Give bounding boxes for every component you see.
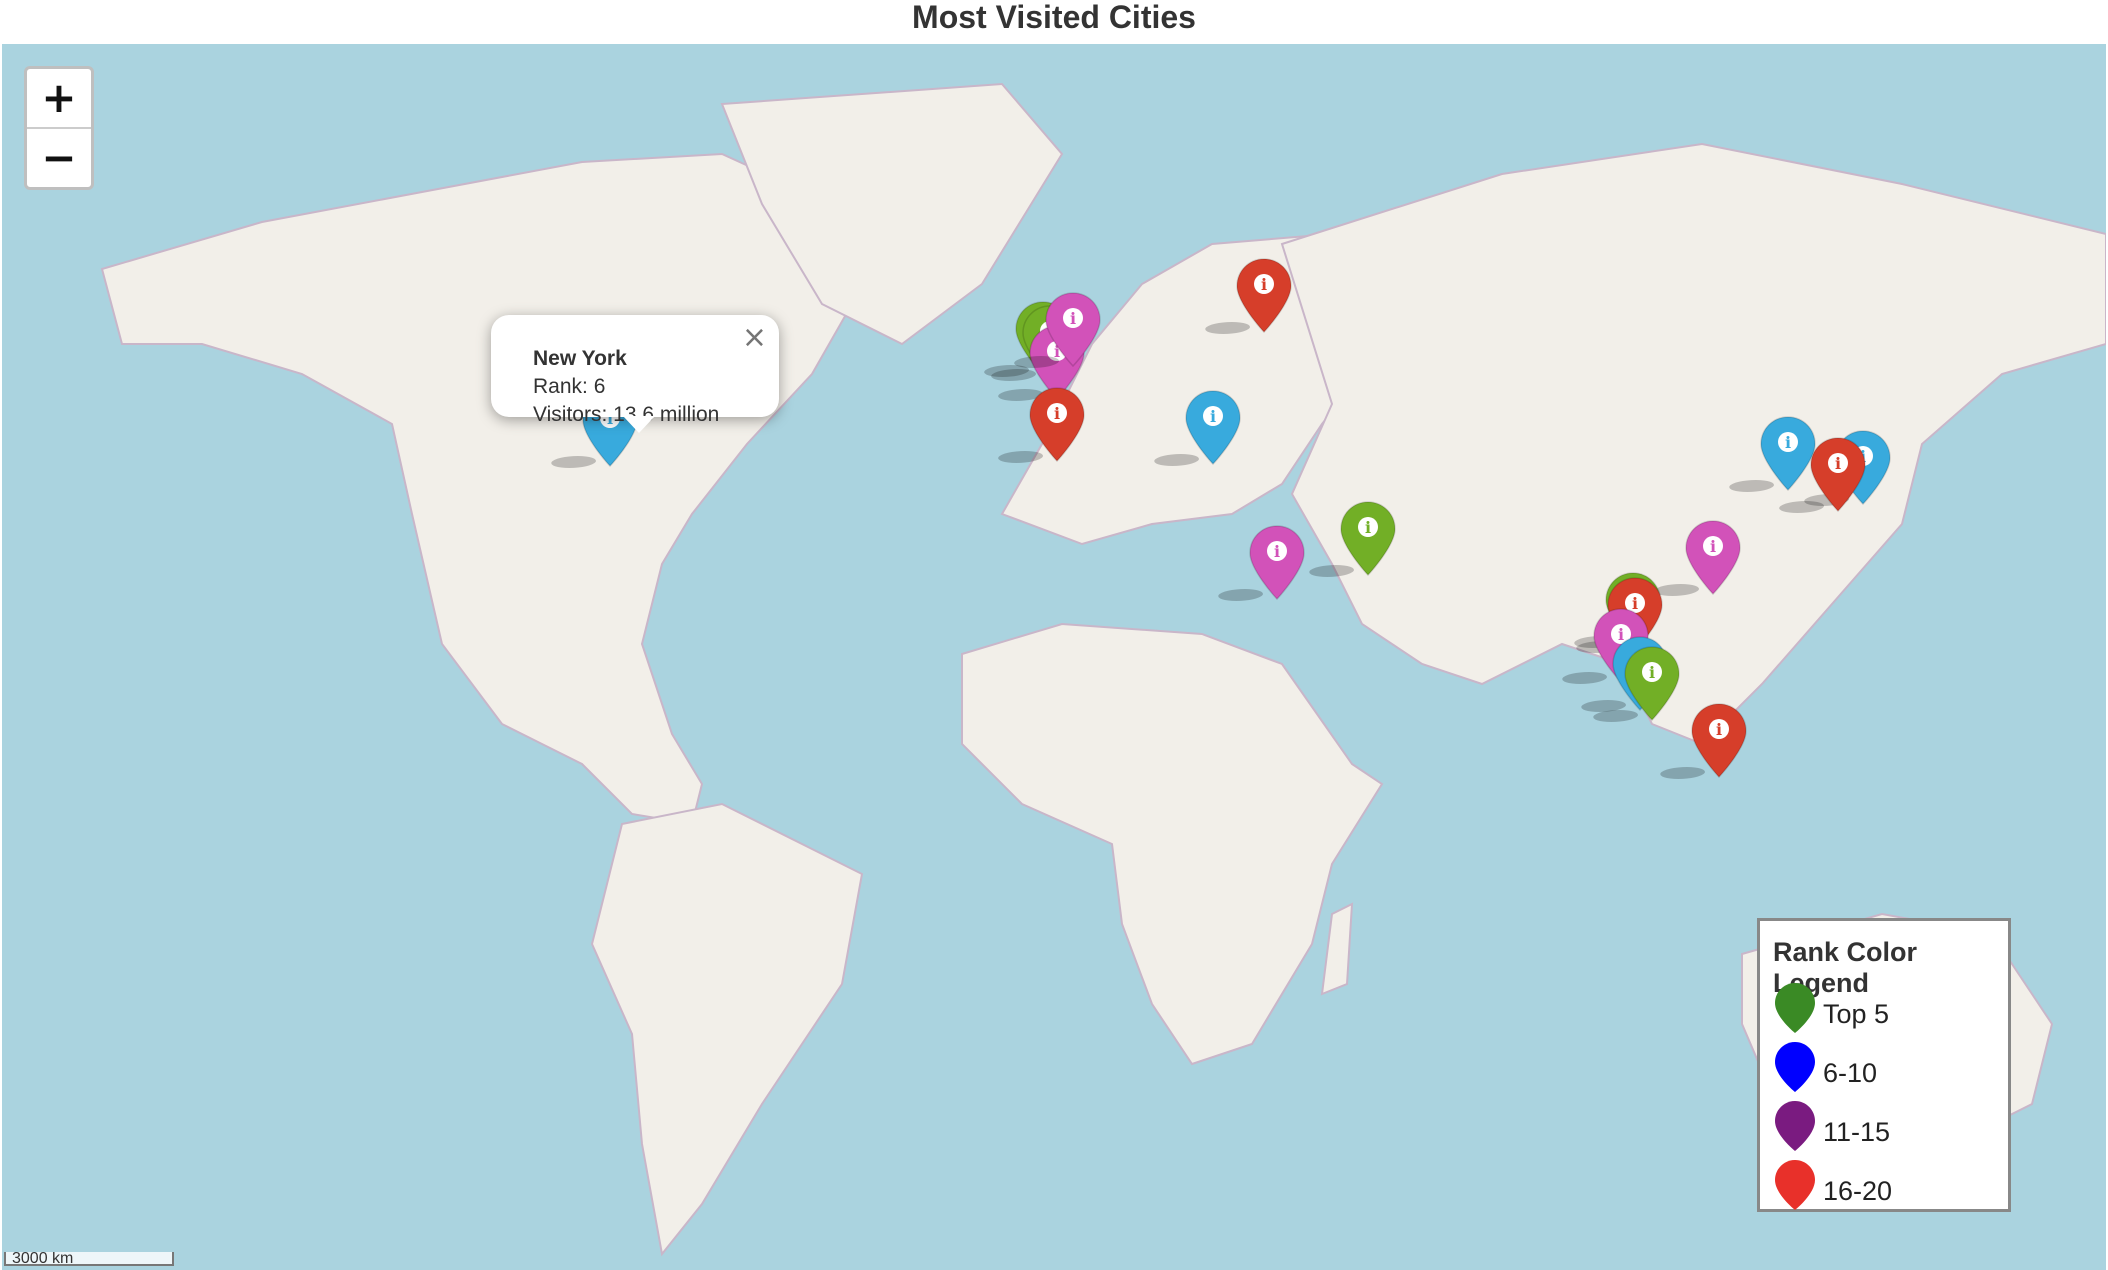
- legend-item-16-20: 16-20: [1773, 1158, 1993, 1212]
- land-africa: [961, 622, 1384, 1066]
- popup-city-name: New York: [533, 347, 627, 370]
- info-pin-icon: i: [1154, 390, 1242, 466]
- svg-text:i: i: [1785, 433, 1791, 452]
- legend-pin-icon: [1775, 1101, 1815, 1151]
- legend-label: 6-10: [1823, 1058, 1878, 1088]
- popup-rank: Rank: 6: [533, 375, 606, 398]
- info-pin-icon: i: [1013, 292, 1101, 368]
- svg-text:i: i: [1054, 404, 1060, 423]
- legend-item-6-10: 6-10: [1773, 1040, 1993, 1094]
- legend-item-top5: Top 5: [1773, 981, 1993, 1035]
- marker-dubai[interactable]: i: [1309, 499, 1402, 581]
- popup-close-button[interactable]: ×: [742, 323, 767, 353]
- legend-pin-icon: [1775, 1160, 1815, 1210]
- info-pin-icon: i: [1779, 437, 1866, 513]
- info-pin-icon: i: [1593, 646, 1681, 723]
- marker-bali[interactable]: i: [1660, 701, 1753, 783]
- world-map[interactable]: + − iiiiiiiiiiiiiiiiiiii × New York Rank…: [2, 44, 2106, 1270]
- marker-istanbul[interactable]: i: [1154, 388, 1247, 470]
- svg-text:i: i: [1835, 454, 1841, 473]
- svg-text:i: i: [1710, 537, 1716, 556]
- marker-osaka[interactable]: i: [1779, 435, 1872, 517]
- zoom-out-button[interactable]: −: [27, 127, 91, 187]
- marker-mecca[interactable]: i: [1218, 523, 1311, 605]
- legend-label: 11-15: [1823, 1117, 1891, 1147]
- legend-pin-icon: [1775, 1042, 1815, 1092]
- map-title: Most Visited Cities: [0, 0, 2108, 44]
- info-pin-icon: i: [1309, 501, 1396, 578]
- marker-hong-kong[interactable]: i: [1654, 518, 1747, 600]
- legend-label: 16-20: [1823, 1176, 1893, 1206]
- rank-color-legend: Rank Color Legend Top 5 6-10 11-15 16-20: [1757, 918, 2011, 1212]
- land-asia: [1280, 142, 2106, 746]
- legend-item-11-15: 11-15: [1773, 1099, 1993, 1153]
- svg-text:i: i: [1649, 663, 1655, 682]
- svg-text:i: i: [1261, 275, 1267, 294]
- popup-tip: [623, 416, 655, 433]
- zoom-control: + −: [24, 66, 94, 190]
- land-madagascar: [1320, 902, 1354, 996]
- land-north-america: [100, 152, 854, 826]
- svg-text:i: i: [1274, 542, 1280, 561]
- svg-text:i: i: [1210, 407, 1216, 426]
- marker-amsterdam[interactable]: i: [1013, 290, 1107, 372]
- zoom-in-button[interactable]: +: [27, 69, 91, 127]
- info-pin-icon: i: [1218, 525, 1305, 602]
- city-popup: × New York Rank: 6 Visitors: 13.6 millio…: [491, 315, 779, 433]
- scale-bar: 3000 km: [4, 1252, 174, 1266]
- info-pin-icon: i: [1205, 258, 1293, 334]
- legend-label: Top 5: [1823, 999, 1890, 1029]
- info-pin-icon: i: [1660, 703, 1747, 780]
- svg-text:i: i: [1716, 720, 1722, 739]
- info-pin-icon: i: [1654, 520, 1741, 596]
- marker-singapore[interactable]: i: [1593, 644, 1686, 726]
- land-south-america: [590, 802, 864, 1257]
- marker-barcelona[interactable]: i: [998, 385, 1091, 467]
- svg-text:i: i: [1365, 518, 1371, 537]
- svg-text:i: i: [1070, 309, 1076, 328]
- legend-pin-icon: [1775, 983, 1815, 1033]
- marker-moscow[interactable]: i: [1205, 256, 1298, 338]
- info-pin-icon: i: [998, 387, 1085, 463]
